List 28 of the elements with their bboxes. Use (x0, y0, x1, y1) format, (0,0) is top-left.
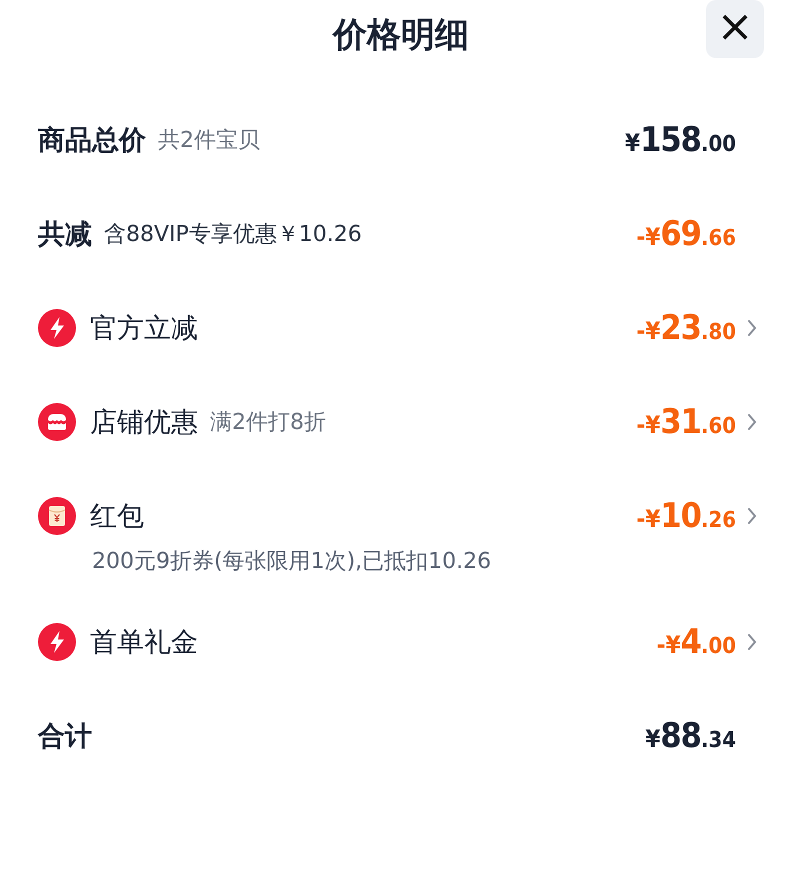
shop-icon (38, 403, 76, 441)
lightning-icon (38, 309, 76, 347)
chevron-right-icon[interactable] (746, 412, 758, 432)
item-label: 商品总价 (38, 124, 146, 158)
amount: -¥10.26 (636, 496, 736, 536)
envelope-icon (38, 497, 76, 535)
item-note: 满2件打8折 (210, 409, 326, 437)
item-label: 官方立减 (90, 312, 198, 346)
item-label: 店铺优惠 (90, 406, 198, 440)
item-label: 共减 (38, 218, 92, 252)
lightning-icon (38, 623, 76, 661)
sheet-title: 价格明细 (333, 14, 469, 57)
amount: -¥69.66 (636, 214, 736, 254)
item-note: 含88VIP专享优惠￥10.26 (104, 221, 362, 249)
item-label: 合计 (38, 720, 92, 754)
item-note: 共2件宝贝 (158, 127, 260, 155)
item-label: 首单礼金 (90, 626, 198, 660)
coupon-detail: 200元9折券(每张限用1次),已抵扣10.26 (92, 548, 492, 576)
amount: ¥88.34 (645, 716, 736, 756)
amount: -¥23.80 (636, 308, 736, 348)
amount: ¥158.00 (625, 120, 736, 160)
item-label: 红包 (90, 500, 144, 534)
amount: -¥31.60 (636, 402, 736, 442)
chevron-right-icon[interactable] (746, 506, 758, 526)
chevron-right-icon[interactable] (746, 318, 758, 338)
amount: -¥4.00 (656, 622, 736, 662)
chevron-right-icon[interactable] (746, 632, 758, 652)
close-button[interactable]: × (706, 0, 764, 58)
